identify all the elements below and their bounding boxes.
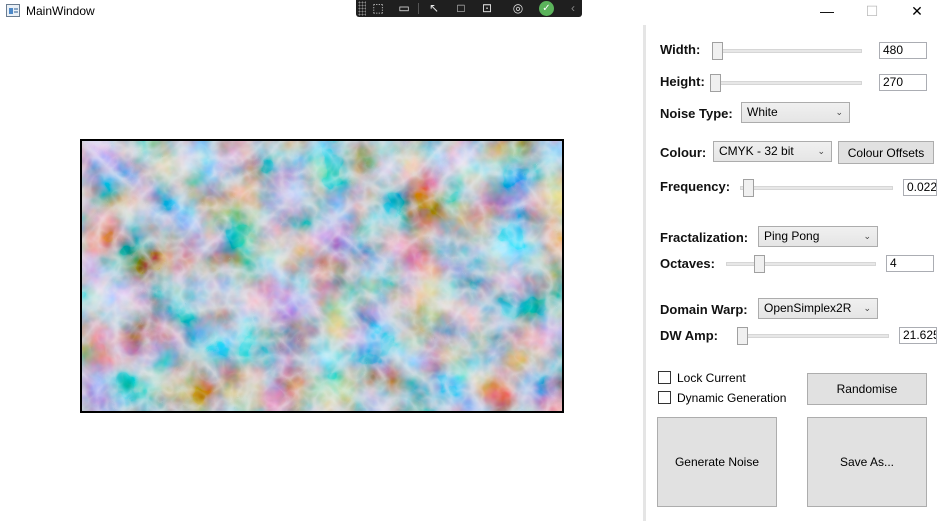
octaves-label: Octaves: (660, 256, 715, 271)
octaves-input[interactable]: 4 (886, 255, 934, 272)
close-button[interactable]: ✕ (894, 0, 937, 22)
domain-warp-label: Domain Warp: (660, 302, 748, 317)
save-as-button[interactable]: Save As... (807, 417, 927, 507)
fractalization-dropdown[interactable]: Ping Pong ⌄ (758, 226, 878, 247)
colour-dropdown[interactable]: CMYK - 32 bit ⌄ (713, 141, 832, 162)
height-slider-thumb[interactable] (710, 74, 721, 92)
dw-amp-slider[interactable] (737, 327, 889, 345)
maximize-button[interactable]: ☐ (849, 0, 895, 22)
frequency-slider[interactable] (740, 179, 893, 197)
dw-amp-slider-thumb[interactable] (737, 327, 748, 345)
noise-type-dropdown[interactable]: White ⌄ (741, 102, 850, 123)
video-icon[interactable]: ▭ (396, 1, 412, 16)
frequency-label: Frequency: (660, 179, 731, 194)
chevron-down-icon: ⌄ (863, 303, 871, 313)
app-window-icon (6, 4, 20, 17)
noise-preview-image (80, 139, 564, 413)
xaml-debug-toolbar: ⬚ ▭ ↖ □ ⊡ ◎ ✓ ‹ (356, 0, 582, 17)
noise-texture (82, 141, 562, 411)
height-slider[interactable] (710, 74, 862, 92)
track-focus-icon[interactable]: ⊡ (479, 1, 495, 16)
lock-current-checkbox[interactable] (658, 371, 671, 384)
window-title: MainWindow (26, 4, 95, 18)
toolbar-separator (418, 3, 419, 14)
minimize-button[interactable]: — (804, 0, 850, 22)
chevron-down-icon: ⌄ (817, 146, 825, 156)
chevron-down-icon: ⌄ (863, 231, 871, 241)
octaves-slider-thumb[interactable] (754, 255, 765, 273)
dw-amp-label: DW Amp: (660, 328, 719, 343)
fractalization-selected: Ping Pong (764, 229, 820, 243)
pointer-icon[interactable]: ↖ (426, 1, 442, 16)
width-label: Width: (660, 42, 701, 57)
drag-grip-icon[interactable] (358, 1, 366, 16)
frequency-slider-thumb[interactable] (743, 179, 754, 197)
randomise-button[interactable]: Randomise (807, 373, 927, 405)
chevron-down-icon: ⌄ (835, 107, 843, 117)
select-element-icon[interactable]: ⬚ (370, 1, 386, 16)
width-slider[interactable] (712, 42, 862, 60)
width-input[interactable]: 480 (879, 42, 927, 59)
fractalization-label: Fractalization: (660, 230, 749, 245)
domain-warp-selected: OpenSimplex2R (764, 301, 852, 315)
height-input[interactable]: 270 (879, 74, 927, 91)
colour-label: Colour: (660, 145, 707, 160)
generate-noise-button[interactable]: Generate Noise (657, 417, 777, 507)
layout-adorner-icon[interactable]: □ (453, 1, 469, 16)
lock-current-label[interactable]: Lock Current (677, 371, 746, 385)
noise-type-selected: White (747, 105, 778, 119)
collapse-icon[interactable]: ‹ (568, 1, 578, 16)
height-label: Height: (660, 74, 705, 89)
width-slider-thumb[interactable] (712, 42, 723, 60)
check-icon[interactable]: ✓ (539, 1, 554, 16)
noise-type-label: Noise Type: (660, 106, 733, 121)
dynamic-generation-label[interactable]: Dynamic Generation (677, 391, 786, 405)
hot-reload-icon[interactable]: ◎ (510, 1, 526, 16)
frequency-input[interactable]: 0.022 (903, 179, 937, 196)
dw-amp-input[interactable]: 21.625 (899, 327, 937, 344)
octaves-slider[interactable] (726, 255, 876, 273)
colour-selected: CMYK - 32 bit (719, 144, 794, 158)
domain-warp-dropdown[interactable]: OpenSimplex2R ⌄ (758, 298, 878, 319)
colour-offsets-button[interactable]: Colour Offsets (838, 141, 934, 164)
dynamic-generation-checkbox[interactable] (658, 391, 671, 404)
title-bar: MainWindow ⬚ ▭ ↖ □ ⊡ ◎ ✓ ‹ — ☐ ✕ (0, 0, 937, 23)
